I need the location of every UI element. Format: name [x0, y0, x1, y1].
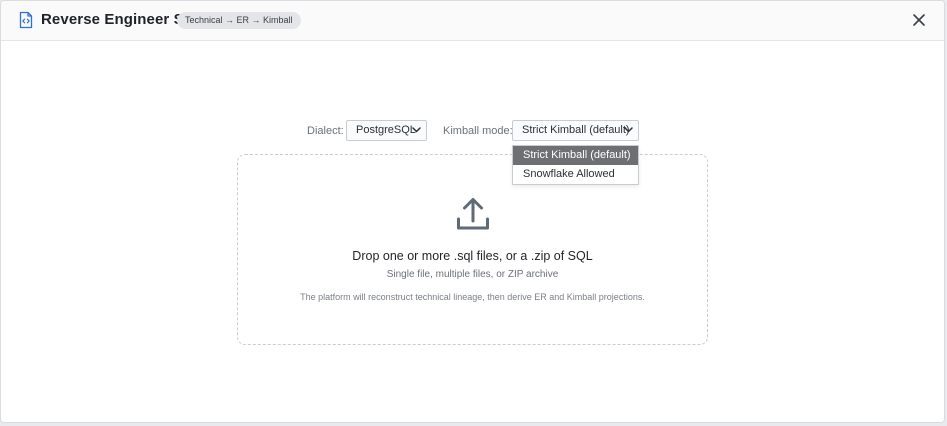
close-icon[interactable] — [910, 11, 928, 29]
dropzone-note: The platform will reconstruct technical … — [300, 292, 645, 302]
upload-icon — [457, 198, 489, 230]
kimball-mode-label: Kimball mode: — [443, 125, 513, 137]
chevron-down-icon — [624, 127, 633, 133]
dialog-header: Reverse Engineer SQL Technical → ER → Ki… — [1, 1, 944, 41]
option-strict-kimball[interactable]: Strict Kimball (default) — [513, 146, 638, 165]
kimball-mode-options: Strict Kimball (default) Snowflake Allow… — [512, 145, 639, 185]
option-snowflake-allowed[interactable]: Snowflake Allowed — [513, 165, 638, 184]
pipeline-badge: Technical → ER → Kimball — [177, 12, 301, 29]
kimball-mode-select[interactable]: Strict Kimball (default) — [512, 120, 639, 141]
kimball-mode-select-value: Strict Kimball (default) — [522, 124, 630, 136]
sql-file-icon — [19, 11, 33, 29]
dialect-select[interactable]: PostgreSQL — [346, 120, 427, 141]
dialect-label: Dialect: — [307, 125, 344, 137]
dropzone-subtitle: Single file, multiple files, or ZIP arch… — [386, 269, 559, 280]
dropzone-title: Drop one or more .sql files, or a .zip o… — [352, 249, 593, 263]
chevron-down-icon — [412, 127, 421, 133]
dialect-select-value: PostgreSQL — [356, 124, 416, 136]
reverse-engineer-dialog: Reverse Engineer SQL Technical → ER → Ki… — [0, 0, 945, 423]
